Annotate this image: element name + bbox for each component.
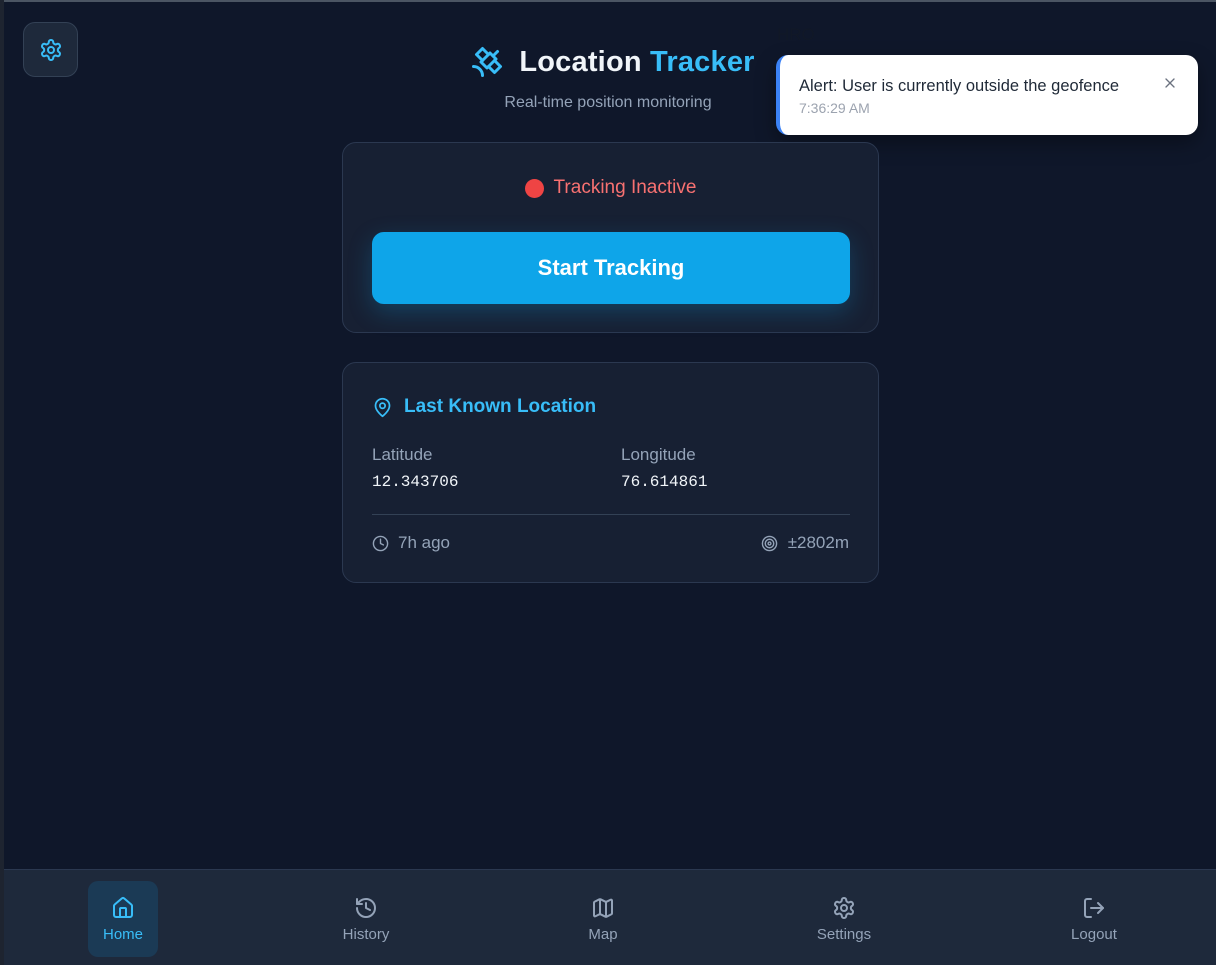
- last-updated: 7h ago: [372, 533, 450, 553]
- bottom-navigation: Home History Map Settings Logout: [4, 869, 1216, 965]
- home-icon: [113, 896, 133, 918]
- status-indicator-dot: [524, 178, 544, 198]
- location-card-header: Last Known Location: [372, 396, 596, 418]
- page-title-accent: Tracker: [650, 45, 755, 78]
- clock-icon: [372, 535, 389, 551]
- tracking-status: Tracking Inactive: [343, 177, 878, 199]
- start-tracking-button[interactable]: Start Tracking: [372, 232, 850, 304]
- nav-label-history: History: [342, 925, 390, 943]
- nav-item-settings[interactable]: Settings: [809, 881, 879, 957]
- map-icon: [592, 897, 614, 918]
- window-top-border: [0, 0, 1216, 2]
- last-known-location-card: Last Known Location Latitude 12.343706 L…: [342, 362, 879, 583]
- toast-message: Alert: User is currently outside the geo…: [799, 77, 1120, 95]
- card-divider: [372, 514, 850, 515]
- close-icon[interactable]: [1162, 75, 1178, 91]
- tracking-status-card: Tracking Inactive Start Tracking: [342, 142, 879, 333]
- page-title: Location Tracker: [519, 45, 755, 78]
- longitude-label: Longitude: [621, 445, 696, 464]
- nav-item-map[interactable]: Map: [568, 881, 638, 957]
- nav-label-map: Map: [588, 925, 618, 943]
- target-icon: [761, 535, 777, 551]
- toast-timestamp: 7:36:29 AM: [799, 100, 870, 116]
- nav-label-settings: Settings: [816, 925, 872, 943]
- nav-label-logout: Logout: [1071, 925, 1117, 943]
- nav-item-history[interactable]: History: [331, 881, 401, 957]
- status-text: Tracking Inactive: [553, 177, 697, 198]
- nav-item-logout[interactable]: Logout: [1059, 881, 1129, 957]
- window-left-border: [0, 0, 4, 965]
- geofence-alert-toast: Alert: User is currently outside the geo…: [776, 55, 1198, 135]
- gear-icon: [834, 896, 854, 919]
- location-card-title: Last Known Location: [404, 396, 597, 417]
- accuracy-text: ±2802m: [787, 533, 849, 552]
- map-pin-icon: [374, 397, 391, 417]
- overlay-label: HRO: [777, 25, 815, 44]
- latitude-value: 12.343706: [372, 473, 459, 491]
- satellite-icon: [472, 47, 503, 77]
- latitude-label: Latitude: [372, 445, 433, 464]
- longitude-value: 76.614861: [621, 473, 708, 491]
- last-updated-text: 7h ago: [398, 533, 450, 552]
- logout-icon: [1084, 897, 1104, 918]
- accuracy: ±2802m: [761, 533, 849, 553]
- nav-item-home[interactable]: Home: [88, 881, 158, 957]
- history-icon: [356, 897, 376, 918]
- nav-label-home: Home: [102, 925, 143, 943]
